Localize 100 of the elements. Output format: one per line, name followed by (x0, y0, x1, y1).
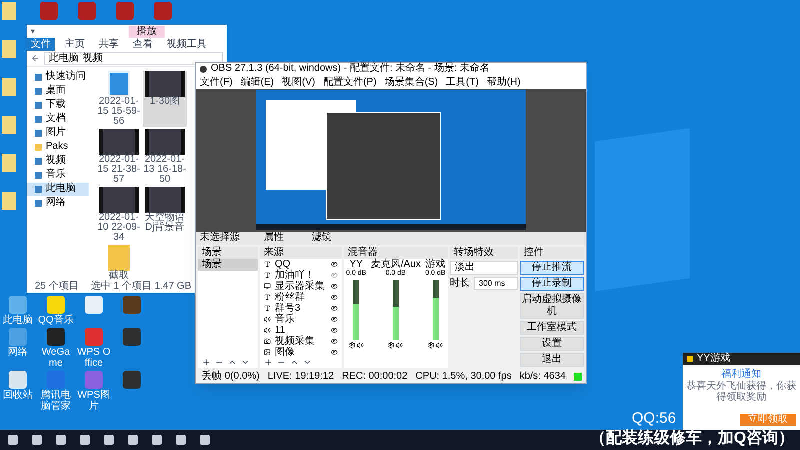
dock-title: 混音器 (344, 247, 448, 260)
speaker-icon[interactable] (436, 342, 444, 350)
desktop-shortcut[interactable]: WPS Office (76, 328, 112, 369)
source-item[interactable]: 图像 (275, 347, 327, 358)
taskbar-app-icon[interactable] (200, 435, 210, 445)
source-item[interactable]: 视频采集 (275, 336, 327, 348)
taskbar-app-icon[interactable] (8, 435, 18, 445)
file-item[interactable]: 天空物语Dj背景音 (143, 186, 187, 243)
nav-item[interactable]: 快速访问 (27, 70, 89, 84)
desktop-shortcut[interactable]: WPS图片 (76, 371, 112, 412)
nav-item[interactable]: 音乐 (27, 168, 89, 182)
desktop-shortcut[interactable]: 此电脑 (0, 296, 36, 326)
eye-icon[interactable] (331, 283, 338, 290)
file-item[interactable]: 2022-01-10 22-09-34 (97, 186, 141, 243)
settings-icon[interactable] (348, 342, 356, 350)
breadcrumb[interactable]: 视频 (83, 52, 103, 64)
source-item[interactable]: 显示器采集 (275, 281, 327, 292)
channel-name: YY (350, 259, 364, 270)
eye-icon[interactable] (331, 316, 338, 324)
ribbon-tab[interactable]: 共享 (95, 38, 123, 52)
video-thumbnail (145, 186, 185, 213)
nav-item[interactable]: 图片 (27, 126, 89, 140)
nav-item[interactable]: 网络 (27, 196, 89, 210)
ribbon-tab[interactable]: 文件 (27, 38, 55, 52)
file-item[interactable]: 2022-01-13 16-18-50 (143, 128, 187, 185)
menu-item[interactable]: 帮助(H) (486, 76, 521, 89)
desktop-shortcut[interactable]: 网络 (0, 328, 36, 369)
source-item[interactable]: 群号3 (275, 303, 327, 314)
scene-item[interactable]: 场景 (198, 259, 258, 272)
transition-dropdown[interactable]: 淡出 (450, 261, 518, 276)
toolbar-button[interactable]: 滤镜 (308, 232, 336, 244)
nav-item[interactable]: 下载 (27, 98, 89, 112)
app-icon (47, 328, 65, 346)
menu-item[interactable]: 文件(F) (200, 76, 233, 89)
add-icon[interactable] (202, 358, 211, 368)
control-button[interactable]: 退出 (520, 353, 584, 368)
address-bar[interactable]: 此电脑 视频 (44, 52, 223, 65)
desktop-shortcut[interactable]: QQ音乐 (38, 296, 74, 326)
control-button[interactable]: 停止录制 (520, 277, 584, 292)
source-item[interactable]: 粉丝群 (275, 292, 327, 304)
add-icon[interactable] (264, 358, 273, 368)
quick-access-toolbar[interactable]: ▾ (31, 26, 35, 38)
nav-item[interactable]: 桌面 (27, 84, 89, 98)
nav-item[interactable]: 视频 (27, 154, 89, 168)
display-source-icon (264, 283, 271, 290)
desktop-shortcut[interactable]: 回收站 (0, 371, 36, 412)
desktop-shortcut[interactable]: WeGame (38, 328, 74, 369)
breadcrumb[interactable]: 此电脑 (49, 52, 79, 64)
status-text: 选中 1 个项目 1.47 GB (90, 280, 192, 293)
control-button[interactable]: 工作室模式 (520, 321, 584, 336)
menu-item[interactable]: 配置文件(P) (323, 76, 377, 89)
text-source-icon (264, 305, 271, 312)
source-item[interactable]: 11 (275, 325, 327, 336)
ribbon-tab[interactable]: 主页 (61, 38, 89, 52)
ribbon-tab[interactable]: 查看 (129, 38, 157, 52)
no-source-label: 未选择源 (200, 232, 240, 244)
taskbar-app-icon[interactable] (104, 435, 114, 445)
status-text: LIVE: 19:19:12 (268, 370, 334, 383)
duration-field[interactable]: 300 ms (474, 277, 518, 290)
eye-icon[interactable] (331, 261, 338, 268)
source-item[interactable]: QQ (275, 259, 327, 270)
eye-icon[interactable] (331, 349, 338, 356)
taskbar-app-icon[interactable] (32, 435, 42, 445)
control-button[interactable]: 启动虚拟摄像机 (520, 293, 584, 320)
menu-item[interactable]: 工具(T) (446, 76, 479, 89)
eye-icon[interactable] (331, 327, 338, 334)
menu-item[interactable]: 场景集合(S) (384, 76, 438, 89)
ribbon-tab[interactable]: 视频工具 (163, 38, 211, 52)
menu-item[interactable]: 编辑(E) (240, 76, 274, 89)
settings-icon[interactable] (388, 342, 396, 350)
text-source-icon (264, 294, 271, 302)
speaker-icon[interactable] (396, 342, 404, 350)
back-arrow-icon[interactable] (31, 54, 40, 63)
nav-item[interactable]: 文档 (27, 112, 89, 126)
dock-title: 场景 (198, 247, 258, 260)
app-icon (123, 371, 141, 389)
file-item[interactable]: 2022-01-15 21-38-57 (97, 128, 141, 185)
file-item[interactable]: 1-30图 (143, 70, 187, 127)
taskbar-app-icon[interactable] (56, 435, 66, 445)
eye-icon[interactable] (331, 294, 338, 302)
control-button[interactable]: 设置 (520, 337, 584, 352)
desktop-shortcut[interactable]: 腾讯电脑管家 (38, 371, 74, 412)
file-item[interactable]: 截取 (97, 244, 141, 281)
taskbar-app-icon[interactable] (80, 435, 90, 445)
taskbar-app-icon[interactable] (152, 435, 162, 445)
taskbar-app-icon[interactable] (176, 435, 186, 445)
source-item[interactable]: 音乐 (275, 314, 327, 326)
status-text: kb/s: 4634 (520, 370, 566, 383)
eye-icon[interactable] (331, 338, 338, 346)
taskbar-app-icon[interactable] (128, 435, 138, 445)
source-item[interactable]: 加油吖！ (275, 270, 327, 282)
menu-item[interactable]: 视图(V) (282, 76, 316, 89)
file-item[interactable]: 2022-01-15 15-59-56 (97, 70, 141, 127)
toolbar-button[interactable]: 属性 (260, 232, 288, 244)
settings-icon[interactable] (428, 342, 436, 350)
nav-item[interactable]: Paks (27, 140, 89, 154)
eye-icon[interactable] (331, 305, 338, 312)
nav-item[interactable]: 此电脑 (27, 182, 89, 196)
control-button[interactable]: 停止推流 (520, 261, 584, 276)
speaker-icon[interactable] (356, 342, 364, 350)
